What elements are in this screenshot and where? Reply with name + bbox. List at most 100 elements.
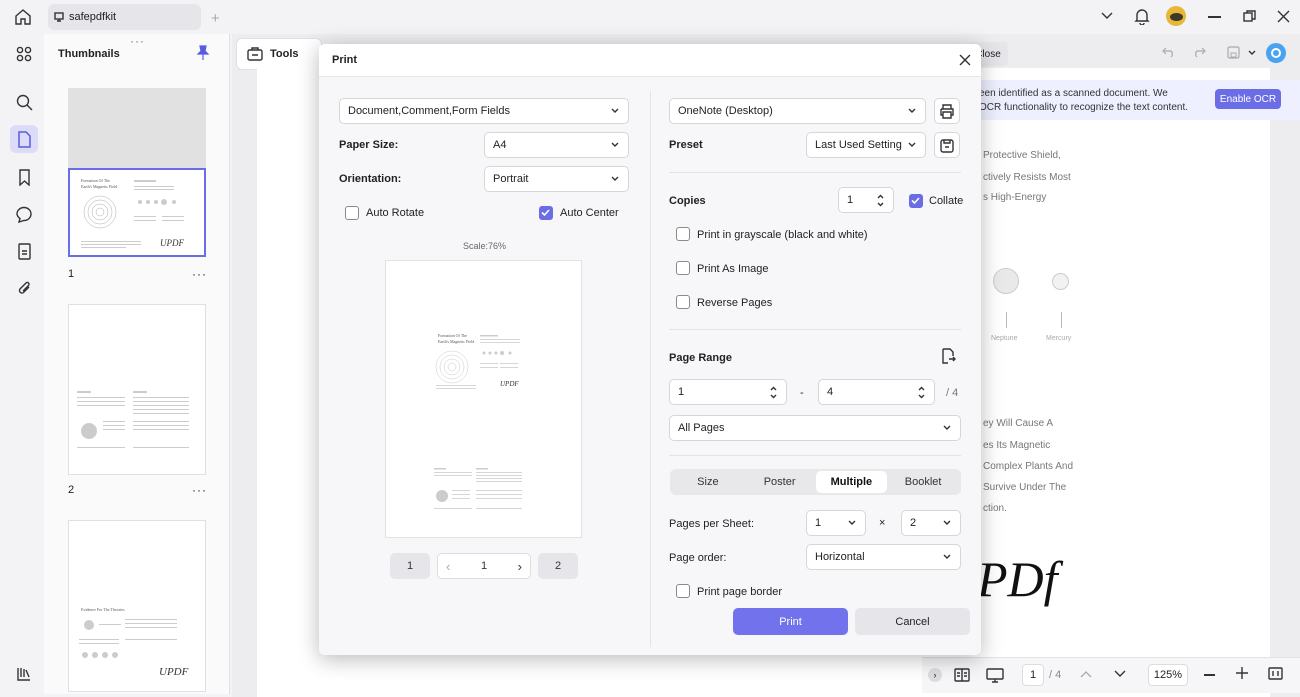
pages-per-sheet-a-select[interactable]: 1 (806, 510, 866, 536)
pin-icon[interactable] (196, 45, 210, 61)
doc-line: es Its Magnetic (983, 440, 1051, 451)
ai-assistant-icon[interactable] (1266, 43, 1286, 63)
document-tab[interactable]: safepdfkit (48, 4, 201, 30)
expand-icon[interactable]: › (928, 668, 942, 682)
first-page-button[interactable]: 1 (390, 553, 430, 579)
auto-rotate-checkbox[interactable] (345, 206, 359, 220)
apps-icon[interactable] (10, 40, 38, 68)
page-number-input[interactable]: 1 (1022, 664, 1044, 686)
stepper-icon[interactable] (770, 386, 777, 399)
planet-label: Mercury (1046, 335, 1072, 342)
preset-value: Last Used Setting (815, 139, 902, 151)
minimize-icon[interactable] (1208, 16, 1221, 18)
tool-rail (4, 34, 44, 694)
range-from-input[interactable]: 1 (669, 379, 787, 405)
print-dialog: Print Document,Comment,Form Fields Paper… (319, 44, 981, 655)
home-icon[interactable] (14, 8, 32, 26)
tab-poster[interactable]: Poster (744, 471, 816, 493)
paperclip-icon[interactable] (10, 274, 38, 302)
page-order-select[interactable]: Horizontal (806, 544, 961, 570)
stepper-icon[interactable] (918, 386, 925, 399)
doc-line: ey Will Cause A (983, 418, 1054, 429)
enable-ocr-button[interactable]: Enable OCR (1215, 89, 1281, 109)
print-button[interactable]: Print (733, 608, 848, 635)
close-window-icon[interactable] (1277, 10, 1290, 23)
pager-prev-icon[interactable]: ‹ (446, 559, 450, 574)
range-to-input[interactable]: 4 (818, 379, 935, 405)
print-border-checkbox[interactable] (676, 584, 690, 598)
auto-rotate-label: Auto Rotate (366, 207, 425, 219)
paper-size-select[interactable]: A4 (484, 132, 629, 158)
new-tab-icon[interactable]: + (211, 10, 220, 27)
chevron-down-icon[interactable] (1100, 11, 1114, 21)
scale-label: Scale:76% (463, 241, 507, 251)
ocr-banner: een identified as a scanned document. We… (977, 80, 1300, 120)
avatar[interactable] (1166, 6, 1186, 26)
next-page-icon[interactable] (1114, 670, 1126, 678)
bell-icon[interactable] (1134, 8, 1150, 25)
thumbnail-page-2[interactable] (68, 304, 206, 475)
grayscale-checkbox[interactable] (676, 227, 690, 241)
thumb3-signature: UPDF (159, 666, 189, 678)
restore-icon[interactable] (1243, 10, 1256, 23)
thumbnail-0[interactable] (68, 88, 206, 168)
chevron-down-icon (908, 108, 916, 113)
auto-center-checkbox[interactable] (539, 206, 553, 220)
layout-mode-tabs: Size Poster Multiple Booklet (670, 469, 961, 495)
bookmark-icon[interactable] (10, 163, 38, 191)
preset-select[interactable]: Last Used Setting (806, 132, 926, 158)
tools-label: Tools (270, 48, 299, 60)
reverse-pages-checkbox[interactable] (676, 295, 690, 309)
close-icon[interactable] (959, 54, 971, 66)
ocr-text-2: OCR functionality to recognize the text … (979, 102, 1188, 113)
pages-select-value: All Pages (678, 422, 725, 434)
previous-page-icon[interactable] (1080, 670, 1092, 678)
tab-size[interactable]: Size (672, 471, 744, 493)
search-icon[interactable] (10, 88, 38, 116)
undo-icon[interactable] (1162, 46, 1176, 58)
save-icon[interactable] (1227, 46, 1240, 59)
copies-stepper[interactable]: 1 (838, 187, 894, 213)
actual-size-icon[interactable] (1268, 667, 1283, 680)
comment-icon[interactable] (10, 200, 38, 228)
paper-size-value: A4 (493, 139, 507, 151)
section-divider (669, 329, 961, 330)
pages-per-sheet-b-select[interactable]: 2 (901, 510, 961, 536)
save-preset-button[interactable] (934, 132, 960, 158)
pages-select[interactable]: All Pages (669, 415, 961, 441)
page-range-icon[interactable] (940, 348, 956, 364)
thumbnail-page-3[interactable]: Evidence For The Theories UPDF (68, 520, 206, 692)
panel-drag-handle[interactable]: ··· (130, 34, 145, 48)
printer-properties-button[interactable] (934, 98, 960, 124)
printer-select[interactable]: OneNote (Desktop) (669, 98, 926, 124)
stepper-icon[interactable] (877, 194, 884, 207)
toolbar-tools[interactable]: Tools (236, 38, 322, 70)
save-chevron-icon[interactable] (1248, 50, 1256, 56)
attachments-icon[interactable] (10, 237, 38, 265)
print-as-image-checkbox[interactable] (676, 261, 690, 275)
last-page-button[interactable]: 2 (538, 553, 578, 579)
library-icon[interactable] (10, 660, 38, 688)
zoom-out-icon[interactable] (1204, 674, 1215, 676)
zoom-in-icon[interactable] (1236, 667, 1248, 679)
redo-icon[interactable] (1192, 46, 1206, 58)
status-bar: › 1 / 4 125% (922, 657, 1300, 693)
cancel-button[interactable]: Cancel (855, 608, 970, 635)
tab-booklet[interactable]: Booklet (887, 471, 959, 493)
doc-line: Survive Under The (983, 482, 1067, 493)
pages-icon[interactable] (10, 125, 38, 153)
more-options-icon[interactable]: ··· (192, 483, 207, 497)
reading-mode-icon[interactable] (954, 668, 970, 682)
collate-checkbox[interactable] (909, 194, 923, 208)
dialog-title: Print (332, 54, 358, 66)
per-sheet-b-value: 2 (910, 517, 917, 529)
more-options-icon[interactable]: ··· (192, 267, 207, 281)
thumbnail-page-1[interactable]: Formation Of The Earth's Magnetic Field … (68, 168, 206, 257)
content-select[interactable]: Document,Comment,Form Fields (339, 98, 629, 124)
zoom-level[interactable]: 125% (1148, 664, 1188, 686)
tab-multiple[interactable]: Multiple (815, 471, 888, 493)
orientation-select[interactable]: Portrait (484, 166, 629, 192)
pager-current[interactable]: 1 (481, 560, 487, 572)
present-icon[interactable] (986, 668, 1004, 683)
pager-next-icon[interactable]: › (518, 559, 522, 574)
